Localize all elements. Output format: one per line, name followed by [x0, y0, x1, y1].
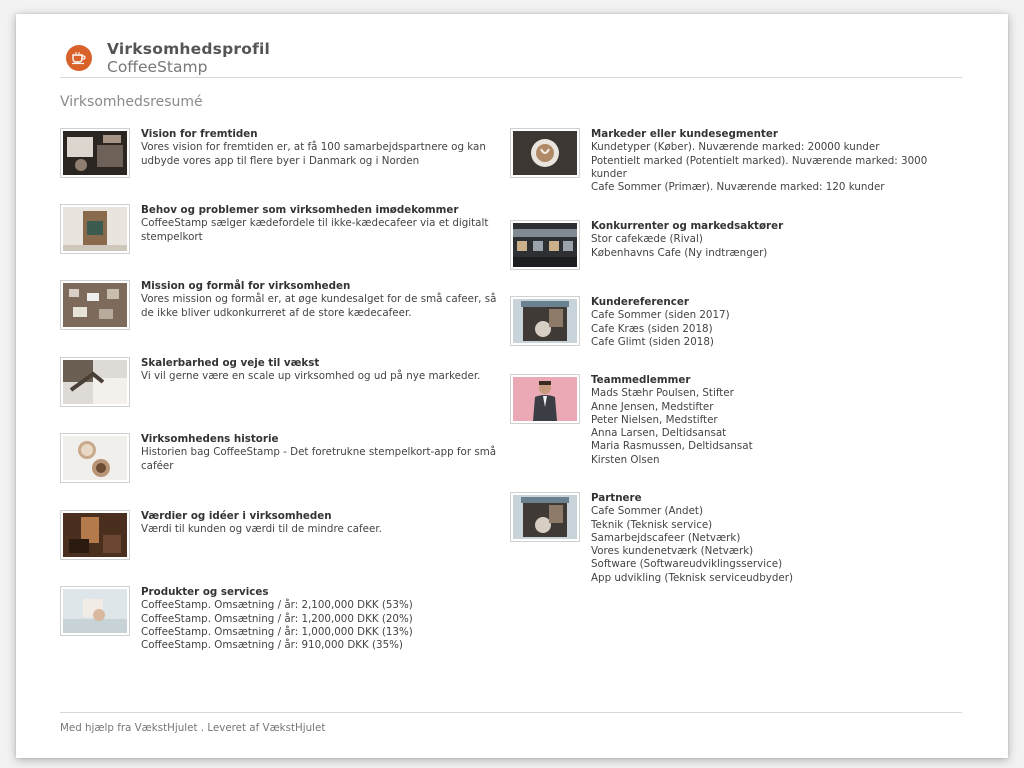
item-text-line: kunder — [591, 167, 627, 180]
item-text-line: Maria Rasmussen, Deltidsansat — [591, 440, 753, 453]
item-title: Behov og problemer som virksomheden imød… — [141, 204, 459, 216]
item-text-line: Cafe Glimt (siden 2018) — [591, 335, 714, 348]
item-text-line: App udvikling (Teknisk serviceudbyder) — [591, 571, 793, 584]
summary-item-references: Kundereferencer Cafe Sommer (siden 2017)… — [510, 296, 730, 349]
item-text-line: CoffeeStamp. Omsætning / år: 910,000 DKK… — [141, 639, 403, 652]
item-text-line: Værdi til kunden og værdi til de mindre … — [141, 523, 382, 536]
summary-item-history: Virksomhedens historie Historien bag Cof… — [60, 433, 496, 483]
page-header: Virksomhedsprofil CoffeeStamp — [66, 40, 270, 76]
summary-item-markets: Markeder eller kundesegmenter Kundetyper… — [510, 128, 927, 194]
mission-photo — [60, 280, 130, 330]
item-title: Konkurrenter og markedsaktører — [591, 220, 784, 232]
item-text-line: Cafe Sommer (Primær). Nuværende marked: … — [591, 181, 885, 194]
page-title: Virksomhedsprofil — [107, 40, 271, 58]
item-text-line: Peter Nielsen, Medstifter — [591, 413, 718, 426]
item-text-line: CoffeeStamp. Omsætning / år: 1,000,000 D… — [141, 625, 413, 638]
section-title: Virksomhedsresumé — [60, 94, 203, 110]
item-title: Partnere — [591, 492, 642, 504]
summary-item-team: Teammedlemmer Mads Stæhr Poulsen, Stifte… — [510, 374, 753, 467]
item-title: Vision for fremtiden — [141, 128, 258, 140]
markets-photo — [510, 128, 580, 178]
footer-divider — [60, 712, 962, 713]
item-text-line: Kundetyper (Køber). Nuværende marked: 20… — [591, 141, 880, 154]
item-text-line: CoffeeStamp. Omsætning / år: 1,200,000 D… — [141, 612, 413, 625]
item-text-line: Historien bag CoffeeStamp - Det foretruk… — [141, 446, 497, 459]
needs-photo — [60, 204, 130, 254]
products-photo — [60, 586, 130, 636]
values-photo — [60, 510, 130, 560]
coffee-cup-icon — [66, 45, 92, 71]
item-text-line: Samarbejdscafeer (Netværk) — [591, 531, 741, 544]
item-title: Kundereferencer — [591, 296, 689, 308]
item-text-line: Anne Jensen, Medstifter — [591, 400, 714, 413]
item-text-line: Cafe Kræs (siden 2018) — [591, 322, 713, 335]
scalability-photo — [60, 357, 130, 407]
item-title: Mission og formål for virksomheden — [141, 280, 351, 292]
summary-item-competitors: Konkurrenter og markedsaktører Stor cafe… — [510, 220, 783, 270]
competitors-photo — [510, 220, 580, 270]
item-text-line: de ikke bliver udkonkurreret af de store… — [141, 306, 412, 319]
item-title: Virksomhedens historie — [141, 433, 279, 445]
summary-item-values: Værdier og idéer i virksomheden Værdi ti… — [60, 510, 382, 560]
summary-item-scalability: Skalerbarhed og veje til vækst Vi vil ge… — [60, 357, 480, 407]
item-title: Teammedlemmer — [591, 374, 691, 386]
summary-item-products: Produkter og services CoffeeStamp. Omsæt… — [60, 586, 413, 652]
item-text-line: Anna Larsen, Deltidsansat — [591, 427, 727, 440]
profile-page: Virksomhedsprofil CoffeeStamp Virksomhed… — [16, 14, 1008, 758]
references-photo — [510, 296, 580, 346]
item-title: Skalerbarhed og veje til vækst — [141, 357, 320, 369]
header-divider — [60, 77, 962, 78]
item-text-line: Kirsten Olsen — [591, 453, 660, 466]
item-text-line: Software (Softwareudviklingsservice) — [591, 558, 783, 571]
summary-item-mission: Mission og formål for virksomheden Vores… — [60, 280, 496, 330]
item-text-line: Teknik (Teknisk service) — [591, 518, 713, 531]
summary-item-needs: Behov og problemer som virksomheden imød… — [60, 204, 488, 254]
item-text-line: Mads Stæhr Poulsen, Stifter — [591, 387, 734, 400]
vision-photo — [60, 128, 130, 178]
history-photo — [60, 433, 130, 483]
item-text-line: Potentielt marked (Potentielt marked). N… — [591, 154, 928, 167]
summary-item-partners: Partnere Cafe Sommer (Andet) Teknik (Tek… — [510, 492, 793, 585]
summary-item-vision: Vision for fremtiden Vores vision for fr… — [60, 128, 486, 178]
item-text-line: Vores kundenetværk (Netværk) — [591, 545, 754, 558]
item-text-line: Cafe Sommer (Andet) — [591, 505, 703, 518]
team-photo — [510, 374, 580, 424]
item-text-line: udbyde vores app til flere byer i Danmar… — [141, 154, 420, 167]
footer-credit: Med hjælp fra VækstHjulet . Leveret af V… — [60, 722, 326, 734]
item-text-line: caféer — [141, 459, 174, 472]
company-name: CoffeeStamp — [107, 58, 208, 76]
item-text-line: Vores vision for fremtiden er, at få 100… — [141, 141, 486, 154]
item-title: Produkter og services — [141, 586, 269, 598]
item-text-line: Københavns Cafe (Ny indtrænger) — [591, 246, 768, 259]
item-text-line: stempelkort — [141, 230, 203, 243]
item-text-line: CoffeeStamp sælger kædefordele til ikke-… — [141, 217, 489, 230]
item-title: Markeder eller kundesegmenter — [591, 128, 778, 140]
item-text-line: Stor cafekæde (Rival) — [591, 233, 703, 246]
item-text-line: Cafe Sommer (siden 2017) — [591, 309, 730, 322]
item-text-line: Vi vil gerne være en scale up virksomhed… — [141, 370, 481, 383]
item-text-line: Vores mission og formål er, at øge kunde… — [141, 293, 497, 306]
item-text-line: CoffeeStamp. Omsætning / år: 2,100,000 D… — [141, 599, 413, 612]
item-title: Værdier og idéer i virksomheden — [141, 510, 332, 522]
partners-photo — [510, 492, 580, 542]
